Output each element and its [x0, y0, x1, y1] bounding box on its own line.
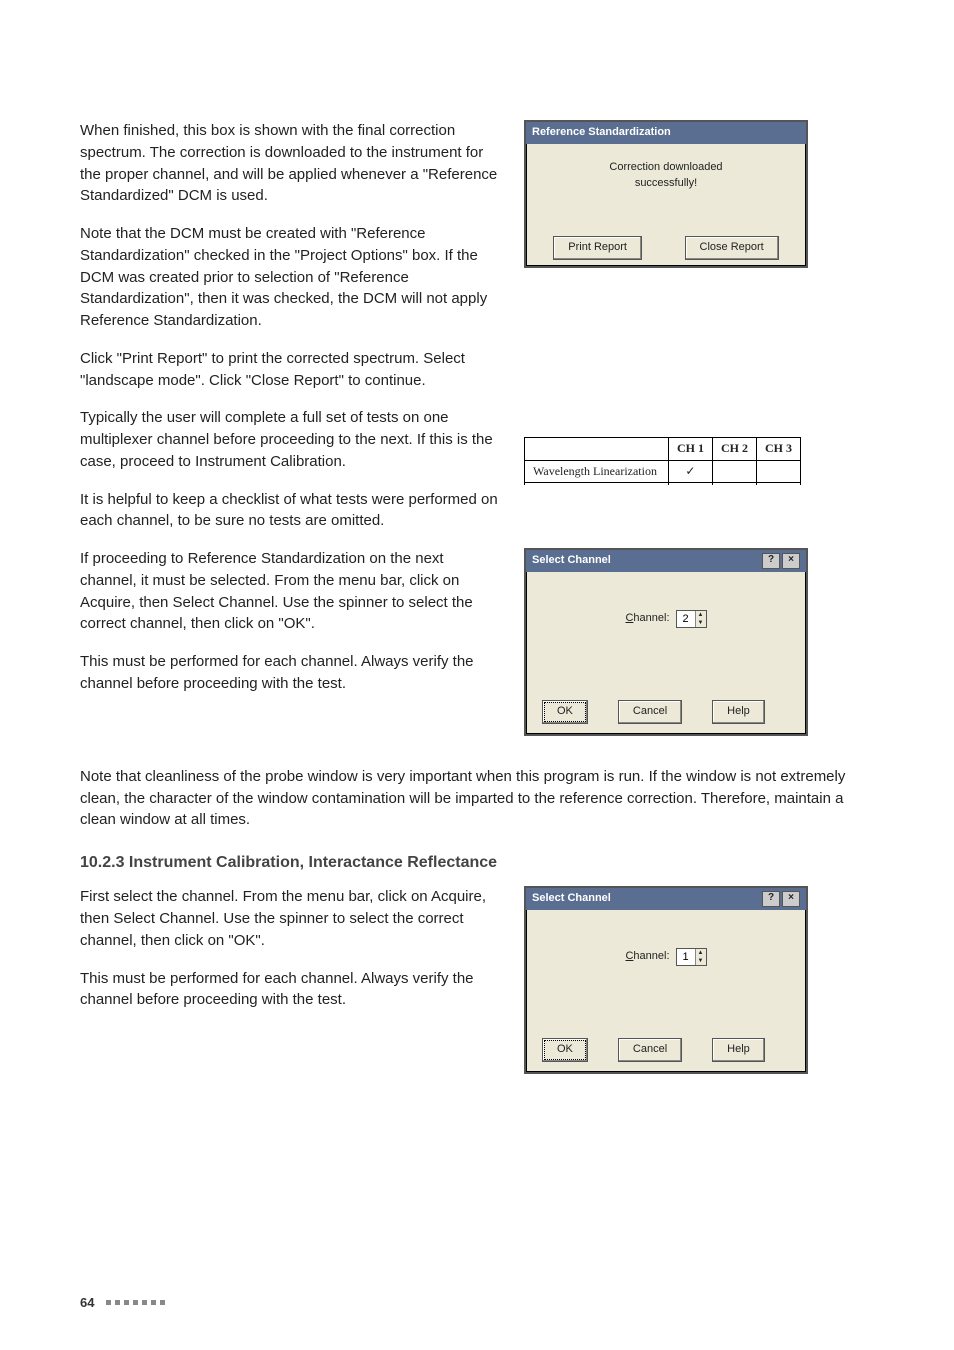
- cancel-button[interactable]: Cancel: [618, 700, 682, 724]
- checklist-row-label: Reference Standardization: [525, 483, 669, 486]
- dialog-titlebar: Select Channel ? ×: [526, 550, 806, 572]
- spinner-up-icon[interactable]: ▲: [696, 611, 706, 619]
- page-number: 64: [80, 1295, 94, 1310]
- ok-button[interactable]: OK: [542, 1038, 588, 1062]
- section-heading: 10.2.3 Instrument Calibration, Interacta…: [80, 851, 874, 874]
- spinner-down-icon[interactable]: ▼: [696, 957, 706, 965]
- help-button[interactable]: Help: [712, 1038, 765, 1062]
- channel-spinner[interactable]: ▲ ▼: [676, 948, 707, 966]
- select-channel-dialog: Select Channel ? × CChannel:hannel:: [524, 548, 808, 736]
- channel-spinner[interactable]: ▲ ▼: [676, 610, 707, 628]
- checklist-cell: ✓: [668, 483, 712, 486]
- help-button[interactable]: Help: [712, 700, 765, 724]
- close-icon[interactable]: ×: [782, 553, 800, 569]
- page-footer: 64: [80, 1295, 165, 1310]
- para: It is helpful to keep a checklist of wha…: [80, 489, 500, 533]
- checklist-header: CH 1: [668, 438, 712, 460]
- checklist-cell: [756, 483, 800, 486]
- close-icon[interactable]: ×: [782, 891, 800, 907]
- help-icon[interactable]: ?: [762, 553, 780, 569]
- dialog-titlebar: Select Channel ? ×: [526, 888, 806, 910]
- checklist-cell: [712, 460, 756, 482]
- help-icon[interactable]: ?: [762, 891, 780, 907]
- print-report-button[interactable]: Print Report: [553, 236, 642, 260]
- para: This must be performed for each channel.…: [80, 968, 500, 1012]
- channel-checklist: CH 1 CH 2 CH 3 Wavelength Linearization …: [524, 407, 834, 485]
- checklist-cell: [712, 483, 756, 486]
- para: When finished, this box is shown with th…: [80, 120, 500, 207]
- dialog-titlebar: Reference Standardization: [526, 122, 806, 144]
- checklist-row-label: Wavelength Linearization: [525, 460, 669, 482]
- dialog-body: Channel: ▲ ▼: [526, 910, 806, 1008]
- dialog-message-line: Correction downloaded: [609, 160, 722, 176]
- checklist-header: CH 2: [712, 438, 756, 460]
- para: Click "Print Report" to print the correc…: [80, 348, 500, 392]
- close-report-button[interactable]: Close Report: [685, 236, 779, 260]
- footer-dots-icon: [106, 1300, 165, 1305]
- channel-spinner-input[interactable]: [677, 949, 695, 965]
- dialog-title: Reference Standardization: [532, 125, 671, 141]
- ok-button[interactable]: OK: [542, 700, 588, 724]
- spinner-up-icon[interactable]: ▲: [696, 949, 706, 957]
- dialog-body: CChannel:hannel: ▲ ▼: [526, 572, 806, 670]
- channel-spinner-input[interactable]: [677, 611, 695, 627]
- checklist-header: CH 3: [756, 438, 800, 460]
- cancel-button[interactable]: Cancel: [618, 1038, 682, 1062]
- dialog-message-line: successfully!: [635, 176, 697, 192]
- channel-label: CChannel:hannel:: [625, 611, 669, 627]
- checklist-cell: ✓: [668, 460, 712, 482]
- channel-label: Channel:: [625, 949, 669, 965]
- para: Typically the user will complete a full …: [80, 407, 500, 472]
- dialog-title: Select Channel: [532, 891, 611, 907]
- checklist-header: [525, 438, 669, 460]
- para: First select the channel. From the menu …: [80, 886, 500, 951]
- para: Note that cleanliness of the probe windo…: [80, 766, 874, 831]
- para: This must be performed for each channel.…: [80, 651, 500, 695]
- dialog-title: Select Channel: [532, 553, 611, 569]
- checklist-cell: [756, 460, 800, 482]
- para: If proceeding to Reference Standardizati…: [80, 548, 500, 635]
- reference-standardization-dialog: Reference Standardization Correction dow…: [524, 120, 808, 268]
- dialog-body: Correction downloaded successfully!: [526, 144, 806, 206]
- spinner-down-icon[interactable]: ▼: [696, 619, 706, 627]
- para: Note that the DCM must be created with "…: [80, 223, 500, 332]
- select-channel-dialog: Select Channel ? × Channel: ▲: [524, 886, 808, 1074]
